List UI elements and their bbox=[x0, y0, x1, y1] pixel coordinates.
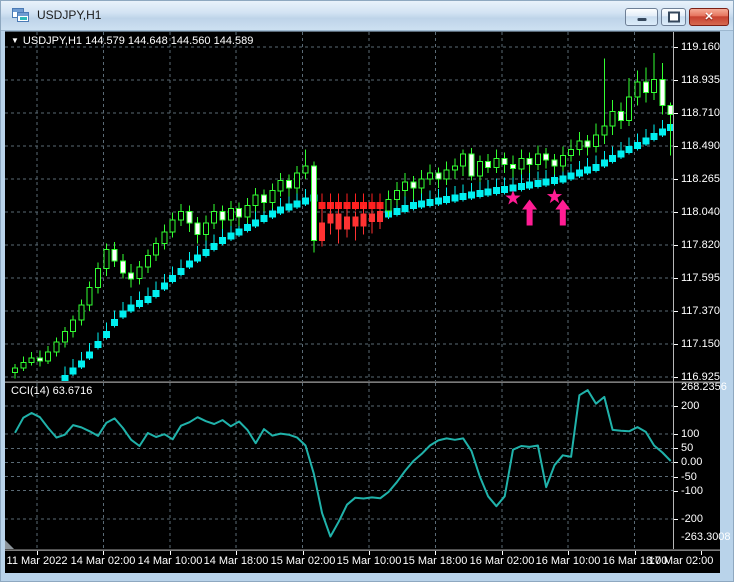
time-axis-label: 17 Mar 02:00 bbox=[648, 555, 714, 567]
cci-axis-label: 0.00 bbox=[681, 456, 703, 469]
axis-tick bbox=[674, 490, 678, 492]
caption-buttons bbox=[622, 8, 729, 26]
cci-axis-label: 50 bbox=[681, 442, 694, 455]
axis-tick bbox=[674, 179, 678, 180]
ohlc-label: ▼ USDJPY,H1 144.579 144.648 144.560 144.5… bbox=[11, 35, 253, 47]
time-axis-label: 15 Mar 02:00 bbox=[270, 555, 336, 567]
cci-pane[interactable]: CCI(14) 63.6716 bbox=[5, 383, 673, 549]
axis-tick bbox=[674, 405, 678, 407]
axis-tick bbox=[674, 448, 678, 450]
axis-tick bbox=[435, 551, 437, 555]
candles bbox=[12, 52, 673, 379]
close-button[interactable] bbox=[689, 8, 729, 26]
axis-tick bbox=[674, 476, 678, 478]
price-axis-label: 117.370 bbox=[681, 305, 720, 317]
time-axis-label: 16 Mar 02:00 bbox=[469, 555, 535, 567]
axis-tick bbox=[674, 462, 678, 464]
axis-tick bbox=[37, 551, 38, 555]
close-value: 144.589 bbox=[213, 35, 254, 47]
price-axis-label: 118.265 bbox=[681, 173, 720, 185]
axis-tick bbox=[674, 212, 678, 213]
axis-tick bbox=[674, 311, 678, 312]
price-axis[interactable]: 119.160 118.935 118.710 118.490 118.265 118.0… bbox=[673, 32, 731, 549]
cci-name: CCI(14) bbox=[11, 385, 50, 397]
title-bar[interactable]: USDJPY,H1 bbox=[1, 1, 733, 31]
window-title: USDJPY,H1 bbox=[37, 8, 102, 22]
open-value: 144.579 bbox=[85, 35, 125, 47]
price-axis-label: 117.820 bbox=[681, 239, 720, 251]
time-axis-label: 16 Mar 10:00 bbox=[535, 555, 601, 567]
cci-grid bbox=[5, 383, 673, 549]
price-axis-label: 117.150 bbox=[681, 338, 720, 350]
axis-tick bbox=[701, 551, 702, 555]
time-axis-label: 15 Mar 18:00 bbox=[402, 555, 468, 567]
time-axis-label: 15 Mar 10:00 bbox=[336, 555, 402, 567]
chevron-down-icon[interactable]: ▼ bbox=[11, 36, 19, 45]
time-axis-label: 14 Mar 10:00 bbox=[137, 555, 203, 567]
price-axis-label: 119.160 bbox=[681, 41, 720, 53]
axis-tick bbox=[674, 113, 678, 114]
price-axis-label: 118.490 bbox=[681, 140, 720, 152]
minimize-button[interactable] bbox=[625, 8, 658, 26]
time-axis-label: 11 Mar 2022 bbox=[6, 555, 68, 567]
axis-tick bbox=[634, 551, 636, 555]
price-chart bbox=[5, 32, 673, 381]
price-axis-label: 118.040 bbox=[681, 206, 720, 218]
axis-tick bbox=[302, 551, 304, 555]
axis-tick bbox=[674, 245, 678, 246]
chart-window: USDJPY,H1 ▼USDJPY,H1 144.579 144.648 144… bbox=[0, 0, 734, 582]
axis-tick bbox=[369, 551, 370, 555]
cci-chart bbox=[5, 383, 673, 549]
low-value: 144.560 bbox=[170, 35, 211, 47]
time-axis-label: 14 Mar 02:00 bbox=[70, 555, 136, 567]
price-pane[interactable]: ▼ USDJPY,H1 144.579 144.648 144.560 144.5… bbox=[5, 32, 673, 381]
axis-tick bbox=[674, 377, 678, 378]
axis-tick bbox=[674, 278, 678, 279]
price-axis-label: 117.595 bbox=[681, 272, 720, 284]
pane-resize-grip[interactable] bbox=[5, 540, 14, 549]
cci-indicator-label: CCI(14) 63.6716 bbox=[11, 385, 92, 397]
time-axis-label: 14 Mar 18:00 bbox=[203, 555, 269, 567]
signal-star bbox=[546, 188, 563, 204]
axis-tick bbox=[674, 344, 678, 345]
buy-signals bbox=[505, 188, 571, 226]
cci-axis-label: -263.3008 bbox=[681, 530, 731, 543]
axis-tick bbox=[674, 80, 678, 81]
axis-tick bbox=[103, 551, 105, 555]
cci-axis-label: 100 bbox=[681, 428, 700, 441]
time-axis[interactable]: 11 Mar 2022 14 Mar 02:00 14 Mar 10:00 14 Ma… bbox=[5, 551, 720, 574]
chart-client-area: ▼ USDJPY,H1 144.579 144.648 144.560 144.5… bbox=[5, 31, 731, 574]
axis-tick bbox=[568, 551, 570, 555]
cci-value: 63.6716 bbox=[52, 385, 93, 397]
axis-tick bbox=[501, 551, 503, 555]
price-axis-label: 118.710 bbox=[681, 107, 720, 119]
high-value: 144.648 bbox=[127, 35, 168, 47]
price-axis-label: 118.935 bbox=[681, 74, 720, 86]
axis-tick bbox=[674, 434, 678, 436]
cci-axis-label: -100 bbox=[681, 484, 704, 497]
axis-tick bbox=[674, 518, 678, 520]
restore-button[interactable] bbox=[661, 8, 686, 26]
cci-line bbox=[14, 389, 672, 538]
symbol-label: USDJPY,H1 bbox=[22, 35, 83, 47]
cci-axis-label: -200 bbox=[681, 512, 704, 525]
axis-tick bbox=[169, 551, 171, 555]
axis-tick bbox=[674, 146, 678, 147]
axis-tick bbox=[236, 551, 238, 555]
cci-axis-label: -50 bbox=[681, 470, 697, 483]
chart-window-icon bbox=[12, 8, 30, 23]
axis-tick bbox=[674, 47, 678, 48]
trend-dots bbox=[61, 115, 673, 381]
cci-axis-label: 200 bbox=[681, 399, 700, 412]
cci-axis-label: 268.2356 bbox=[681, 380, 727, 393]
